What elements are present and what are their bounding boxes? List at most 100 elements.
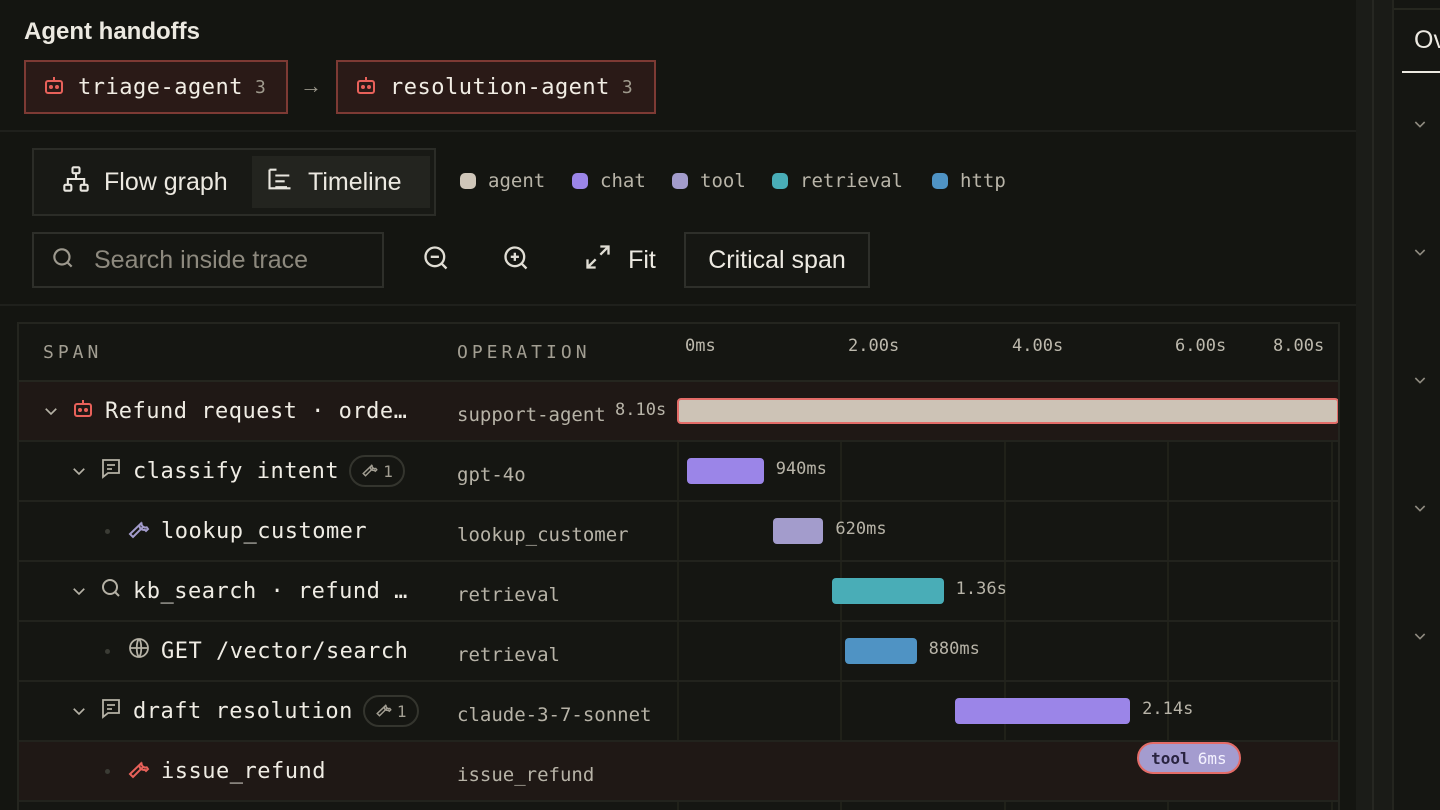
trace-search-input[interactable]	[94, 245, 374, 275]
span-row[interactable]: kb_search · refund … retrieval 1.36s	[19, 562, 1338, 622]
critical-span-button[interactable]: Critical span	[684, 232, 870, 288]
span-bar[interactable]	[844, 638, 917, 664]
span-name-cell: GET /vector/search	[97, 622, 408, 680]
time-tick: 0ms	[685, 336, 716, 356]
zoom-in-button[interactable]	[498, 240, 534, 280]
panel-top-border	[1394, 8, 1440, 10]
span-label: draft resolution	[133, 698, 353, 724]
legend-tool: tool	[672, 170, 746, 192]
column-header-span: SPAN	[43, 342, 103, 363]
tab-timeline[interactable]: Timeline	[252, 156, 430, 208]
tool-count-badge: 1	[362, 695, 420, 727]
span-row-root[interactable]: Refund request · orde… support-agent 8.1…	[19, 382, 1338, 442]
span-label: Refund request · orde…	[105, 398, 408, 424]
zoom-out-button[interactable]	[418, 240, 454, 280]
tree-leaf-dot	[97, 768, 117, 774]
span-name-cell: issue_refund	[97, 742, 326, 800]
span-row[interactable]: classify intent 1 gpt-4o 940ms	[19, 442, 1338, 502]
search-icon	[99, 576, 123, 606]
span-name-cell: classify intent 1	[69, 442, 406, 500]
legend-agent: agent	[460, 170, 545, 192]
zoom-out-icon	[422, 244, 450, 277]
tool-count: 1	[396, 701, 408, 721]
chevron-down-icon[interactable]	[1412, 244, 1428, 265]
span-name-cell: draft resolution 1	[69, 682, 420, 740]
trace-search-box	[32, 232, 384, 288]
span-duration-label: 8.10s	[615, 400, 667, 420]
chevron-down-icon[interactable]	[69, 462, 89, 480]
globe-icon	[127, 636, 151, 666]
agent-handoffs-title: Agent handoffs	[24, 18, 200, 45]
span-bar[interactable]	[677, 398, 1338, 424]
span-operation: claude-3-7-sonnet	[457, 704, 652, 726]
chevron-down-icon[interactable]	[1412, 372, 1428, 393]
span-operation: lookup_customer	[457, 524, 629, 546]
tab-overview[interactable]: Ov	[1414, 26, 1440, 55]
agent-chip-resolution[interactable]: resolution-agent 3	[336, 60, 656, 114]
agent-chip-count: 3	[621, 76, 633, 98]
legend-dot	[460, 173, 476, 189]
tool-pill-kind: tool	[1151, 748, 1190, 768]
span-bar[interactable]	[686, 458, 764, 484]
flow-graph-icon	[62, 165, 90, 200]
chevron-down-icon[interactable]	[69, 582, 89, 600]
wrench-icon	[375, 700, 393, 722]
agent-icon	[71, 396, 95, 426]
span-operation: support-agent	[457, 404, 606, 426]
tree-leaf-dot	[97, 648, 117, 654]
toolbar-divider	[0, 304, 1356, 306]
span-duration-label: 1.36s	[955, 579, 1007, 599]
agent-chip-label: triage-agent	[78, 74, 243, 100]
tool-count-badge: 1	[349, 455, 406, 487]
legend-dot	[672, 173, 688, 189]
timeline-icon	[266, 165, 294, 200]
chevron-down-icon[interactable]	[69, 702, 89, 720]
chevron-down-icon[interactable]	[1412, 116, 1428, 137]
span-row[interactable]: GET /vector/search retrieval 880ms	[19, 622, 1338, 682]
trace-main-panel: Agent handoffs triage-agent 3 → resoluti…	[0, 0, 1356, 810]
legend-label: http	[960, 170, 1006, 192]
span-bar[interactable]	[955, 698, 1131, 724]
wrench-icon	[361, 460, 379, 482]
span-duration-label: 940ms	[775, 459, 827, 479]
agent-icon	[42, 73, 66, 102]
span-row-error[interactable]: issue_refund issue_refund tool 6ms	[19, 742, 1338, 802]
span-bar[interactable]	[832, 578, 944, 604]
message-icon	[99, 456, 123, 486]
legend-label: agent	[488, 170, 546, 192]
legend-chat: chat	[572, 170, 646, 192]
chevron-down-icon[interactable]	[1412, 500, 1428, 521]
span-operation: retrieval	[457, 584, 560, 606]
wrench-icon	[127, 516, 151, 546]
chevron-down-icon[interactable]	[1412, 628, 1428, 649]
legend-dot	[572, 173, 588, 189]
span-row[interactable]: draft resolution 1 claude-3-7-sonnet 2.1…	[19, 682, 1338, 742]
panel-resize-handle[interactable]	[1356, 0, 1372, 810]
legend-retrieval: retrieval	[772, 170, 903, 192]
details-side-panel: Ov	[1356, 0, 1440, 810]
span-label: lookup_customer	[161, 518, 368, 544]
tool-count: 1	[383, 461, 394, 481]
span-name-cell: Refund request · orde…	[41, 382, 407, 440]
legend-label: retrieval	[800, 170, 903, 192]
view-toggle: Flow graph Timeline	[32, 148, 436, 216]
table-header: SPAN OPERATION 0ms 2.00s 4.00s 6.00s 8.0…	[19, 324, 1338, 382]
span-label: issue_refund	[161, 758, 326, 784]
span-duration-label: 2.14s	[1142, 699, 1194, 719]
tool-span-pill[interactable]: tool 6ms	[1137, 742, 1241, 774]
tab-flow-graph-label: Flow graph	[104, 167, 228, 196]
span-bar[interactable]	[772, 518, 824, 544]
chevron-down-icon[interactable]	[41, 402, 61, 420]
fit-label: Fit	[628, 245, 656, 274]
legend-label: chat	[600, 170, 646, 192]
span-operation: gpt-4o	[457, 464, 526, 486]
agent-chip-triage[interactable]: triage-agent 3	[24, 60, 288, 114]
active-tab-indicator	[1402, 71, 1440, 73]
tab-flow-graph[interactable]: Flow graph	[48, 156, 242, 208]
span-row[interactable]: lookup_customer lookup_customer 620ms	[19, 502, 1338, 562]
span-label: classify intent	[133, 458, 340, 484]
span-operation: issue_refund	[457, 764, 595, 786]
agent-chip-count: 3	[254, 76, 266, 98]
message-icon	[99, 696, 123, 726]
fit-button[interactable]: Fit	[580, 240, 660, 280]
